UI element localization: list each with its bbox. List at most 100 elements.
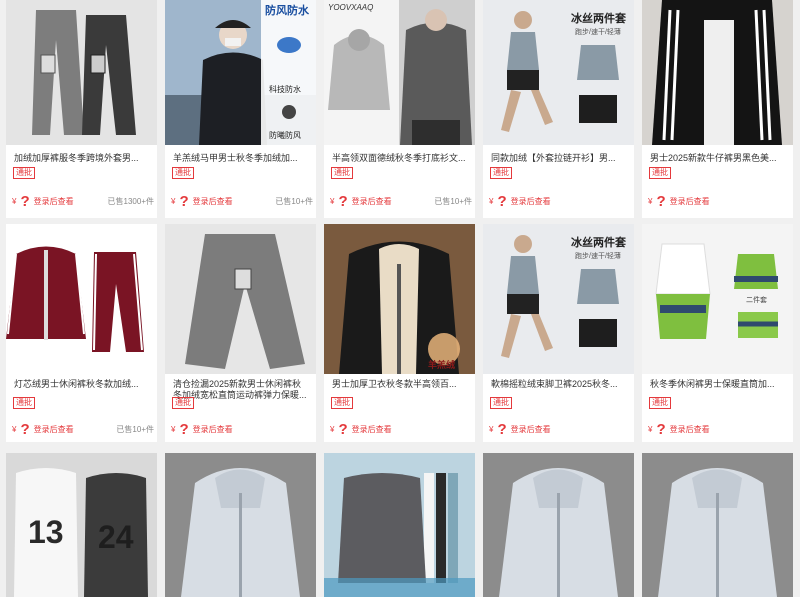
hidden-price-icon: ? (179, 420, 189, 438)
price-row: ¥ ? 登录后查看 已售10+件 (12, 420, 154, 438)
hidden-price-icon: ? (338, 192, 348, 210)
login-to-view-link[interactable]: 登录后查看 (193, 424, 233, 435)
grey-sweatpants-image[interactable] (6, 0, 157, 145)
currency-symbol: ¥ (171, 424, 176, 434)
wholesale-badge: 通批 (331, 167, 353, 179)
product-card[interactable]: 二件套 秋冬季休闲裤男士保暖直筒加... 通批 ¥ ? 登录后查看 (642, 224, 793, 442)
price-row: ¥ ? 登录后查看 (489, 420, 631, 438)
product-card[interactable]: 灯芯绒男士休闲裤秋冬款加绒... 通批 ¥ ? 登录后查看 已售10+件 (6, 224, 157, 442)
product-card[interactable]: 防风防水 科技防水 防曦防风 羊羔绒马甲男士秋冬季加绒加... 通批 ¥ ? 登… (165, 0, 316, 218)
sun-jacket-image[interactable] (642, 453, 793, 597)
currency-symbol: ¥ (171, 196, 176, 206)
login-to-view-link[interactable]: 登录后查看 (670, 424, 710, 435)
product-card[interactable]: YOOVXAAQ 半高领双面德绒秋冬季打底衫文... 通批 ¥ ? 登录后查看 … (324, 0, 475, 218)
svg-text:YOOVXAAQ: YOOVXAAQ (328, 3, 373, 12)
product-title[interactable]: 灯芯绒男士休闲裤秋冬款加绒... (14, 379, 151, 390)
price-row: ¥ ? 登录后查看 (171, 420, 313, 438)
price-row: ¥ ? 登录后查看 已售10+件 (171, 192, 313, 210)
hidden-price-icon: ? (179, 192, 189, 210)
svg-text:跑步/速干/轻薄: 跑步/速干/轻薄 (575, 27, 621, 36)
product-row: 灯芯绒男士休闲裤秋冬款加绒... 通批 ¥ ? 登录后查看 已售10+件 清仓捡… (6, 224, 800, 442)
sold-count: 已售10+件 (275, 196, 313, 206)
hidden-price-icon: ? (656, 420, 666, 438)
product-title[interactable]: 加绒加厚裤服冬季跨境外套男... (14, 153, 151, 164)
hidden-price-icon: ? (338, 420, 348, 438)
product-title[interactable]: 男士2025新款牛仔裤男黑色美... (650, 153, 787, 164)
hidden-price-icon: ? (20, 420, 30, 438)
product-card[interactable]: 13 24 (6, 453, 157, 597)
product-card[interactable] (483, 453, 634, 597)
svg-text:防曦防风: 防曦防风 (269, 130, 301, 140)
login-to-view-link[interactable]: 登录后查看 (352, 424, 392, 435)
svg-text:冰丝两件套: 冰丝两件套 (571, 235, 627, 249)
black-track-jacket-image[interactable] (642, 0, 793, 145)
tank-top-image[interactable]: 13 24 (6, 453, 157, 597)
price-row: ¥ ? 登录后查看 (330, 420, 472, 438)
grey-hoodie-image[interactable]: YOOVXAAQ (324, 0, 475, 145)
currency-symbol: ¥ (489, 424, 494, 434)
currency-symbol: ¥ (648, 196, 653, 206)
product-card[interactable]: 加绒加厚裤服冬季跨境外套男... 通批 ¥ ? 登录后查看 已售1300+件 (6, 0, 157, 218)
wholesale-badge: 通批 (331, 397, 353, 409)
login-to-view-link[interactable]: 登录后查看 (670, 196, 710, 207)
login-to-view-link[interactable]: 登录后查看 (34, 196, 74, 207)
price-row: ¥ ? 登录后查看 (648, 420, 790, 438)
black-jacket-model-image[interactable]: 防风防水 科技防水 防曦防风 (165, 0, 316, 145)
login-to-view-link[interactable]: 登录后查看 (34, 424, 74, 435)
product-card[interactable]: 冰丝两件套 跑步/速干/轻薄 軟棉摇粒绒束脚卫裤2025秋冬... 通批 ¥ ?… (483, 224, 634, 442)
currency-symbol: ¥ (330, 424, 335, 434)
sun-jacket-image[interactable] (483, 453, 634, 597)
sold-count: 已售10+件 (434, 196, 472, 206)
maroon-tracksuit-image[interactable] (6, 224, 157, 374)
svg-text:羊羔绒: 羊羔绒 (428, 359, 455, 370)
login-to-view-link[interactable]: 登录后查看 (511, 424, 551, 435)
grey-sweatpants-image[interactable] (165, 224, 316, 374)
wholesale-badge: 通批 (13, 397, 35, 409)
product-card[interactable] (165, 453, 316, 597)
product-title[interactable]: 軟棉摇粒绒束脚卫裤2025秋冬... (491, 379, 628, 390)
currency-symbol: ¥ (648, 424, 653, 434)
product-title[interactable]: 同款加绒【外套拉链开衫】男... (491, 153, 628, 164)
currency-symbol: ¥ (330, 196, 335, 206)
wholesale-badge: 通批 (172, 167, 194, 179)
currency-symbol: ¥ (12, 196, 17, 206)
sold-count: 已售1300+件 (107, 196, 154, 206)
product-card[interactable]: 清仓捡漏2025新款男士休闲裤秋冬加绒宽松直筒运动裤弹力保暖... 通批 ¥ ?… (165, 224, 316, 442)
wholesale-badge: 通批 (649, 167, 671, 179)
product-card[interactable] (642, 453, 793, 597)
product-card[interactable]: 冰丝两件套 跑步/速干/轻薄 同款加绒【外套拉链开衫】男... 通批 ¥ ? 登… (483, 0, 634, 218)
sun-jacket-image[interactable] (165, 453, 316, 597)
svg-text:24: 24 (98, 519, 134, 555)
running-set-image[interactable]: 冰丝两件套 跑步/速干/轻薄 (483, 224, 634, 374)
hidden-price-icon: ? (497, 192, 507, 210)
product-row: 加绒加厚裤服冬季跨境外套男... 通批 ¥ ? 登录后查看 已售1300+件 防… (6, 0, 800, 218)
product-title[interactable]: 羊羔绒马甲男士秋冬季加绒加... (173, 153, 310, 164)
login-to-view-link[interactable]: 登录后查看 (193, 196, 233, 207)
hidden-price-icon: ? (656, 192, 666, 210)
product-card[interactable]: 羊羔绒 男士加厚卫衣秋冬款半高领百... 通批 ¥ ? 登录后查看 (324, 224, 475, 442)
wholesale-badge: 通批 (490, 167, 512, 179)
sherpa-hoodie-image[interactable]: 羊羔绒 (324, 224, 475, 374)
price-row: ¥ ? 登录后查看 已售10+件 (330, 192, 472, 210)
image-headline: 防风防水 (265, 3, 310, 17)
svg-text:跑步/速干/轻薄: 跑步/速干/轻薄 (575, 251, 621, 260)
svg-text:13: 13 (28, 514, 64, 550)
svg-text:二件套: 二件套 (746, 295, 767, 304)
product-title[interactable]: 半高领双面德绒秋冬季打底衫文... (332, 153, 469, 164)
product-card[interactable]: 男士2025新款牛仔裤男黑色美... 通批 ¥ ? 登录后查看 (642, 0, 793, 218)
running-set-image[interactable]: 冰丝两件套 跑步/速干/轻薄 (483, 0, 634, 145)
login-to-view-link[interactable]: 登录后查看 (352, 196, 392, 207)
product-title[interactable]: 男士加厚卫衣秋冬款半高领百... (332, 379, 469, 390)
wholesale-badge: 通批 (13, 167, 35, 179)
wholesale-badge: 通批 (649, 397, 671, 409)
hidden-price-icon: ? (20, 192, 30, 210)
hidden-price-icon: ? (497, 420, 507, 438)
tie-dye-set-image[interactable]: 二件套 (642, 224, 793, 374)
login-to-view-link[interactable]: 登录后查看 (511, 196, 551, 207)
price-row: ¥ ? 登录后查看 (648, 192, 790, 210)
grey-vest-image[interactable] (324, 453, 475, 597)
svg-text:科技防水: 科技防水 (269, 84, 301, 94)
svg-text:冰丝两件套: 冰丝两件套 (571, 11, 627, 25)
product-title[interactable]: 秋冬季休闲裤男士保暖直筒加... (650, 379, 787, 390)
product-card[interactable] (324, 453, 475, 597)
